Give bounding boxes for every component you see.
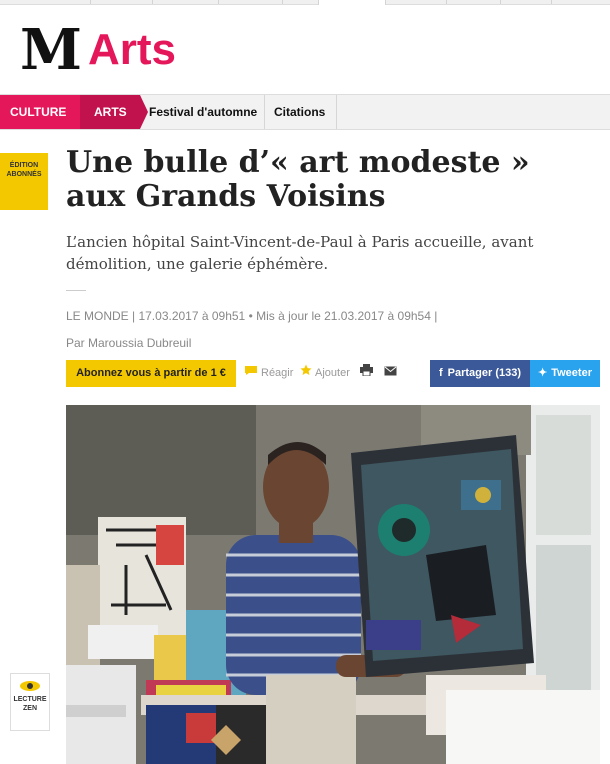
- tab-divider: [218, 0, 219, 4]
- twitter-share-button[interactable]: ✦ Tweeter: [530, 360, 600, 387]
- add-favorite-button[interactable]: Ajouter: [300, 360, 350, 387]
- badge-line: ÉDITION: [9, 162, 39, 169]
- article-title: Une bulle d’« art modeste » aux Grands V…: [66, 145, 530, 214]
- article-actions-bar: Abonnez vous à partir de 1 € Réagir Ajou…: [66, 360, 600, 387]
- zen-label-line: ZEN: [23, 705, 37, 712]
- subscribe-button[interactable]: Abonnez vous à partir de 1 €: [66, 360, 236, 387]
- article-meta: LE MONDE | 17.03.2017 à 09h51 • Mis à jo…: [66, 309, 438, 323]
- browser-tab-strip: [0, 0, 610, 5]
- facebook-share-button[interactable]: f Partager (133): [430, 360, 530, 387]
- envelope-icon: [384, 360, 397, 387]
- tab-divider: [282, 0, 283, 4]
- le-monde-logo[interactable]: M: [20, 22, 82, 78]
- share-label: Partager (133): [447, 367, 522, 379]
- subscriber-edition-badge[interactable]: ÉDITION ABONNÉS: [0, 153, 48, 210]
- twitter-icon: ✦: [538, 367, 548, 379]
- tab-divider: [500, 0, 501, 4]
- nav-divider: [264, 95, 265, 129]
- breadcrumb-nav: CULTURE ARTS Festival d'automne Citation…: [0, 94, 610, 130]
- nav-item-arts[interactable]: ARTS: [80, 95, 140, 129]
- tab-active[interactable]: [318, 0, 386, 5]
- printer-icon: [360, 360, 373, 387]
- nav-divider: [336, 95, 337, 129]
- react-label: Réagir: [261, 367, 294, 379]
- email-button[interactable]: [384, 360, 400, 387]
- zen-label-line: LECTURE: [13, 696, 47, 703]
- add-label: Ajouter: [315, 367, 350, 379]
- comment-icon: [244, 360, 258, 387]
- site-header: M Arts: [20, 22, 176, 78]
- print-button[interactable]: [360, 360, 376, 387]
- section-title[interactable]: Arts: [88, 28, 176, 72]
- eye-icon: [11, 680, 49, 695]
- article-author: Par Maroussia Dubreuil: [66, 336, 192, 350]
- tab-divider: [90, 0, 91, 4]
- tab-divider: [551, 0, 552, 4]
- reading-zen-button[interactable]: LECTURE ZEN: [10, 673, 50, 731]
- facebook-icon: f: [438, 367, 443, 379]
- tab-divider: [446, 0, 447, 4]
- divider: [66, 290, 86, 291]
- nav-item-culture[interactable]: CULTURE: [0, 95, 82, 129]
- breadcrumb-arrow: [140, 95, 148, 129]
- badge-line: ABONNÉS: [6, 171, 42, 178]
- nav-item-festival[interactable]: Festival d'automne: [149, 95, 257, 129]
- tweet-label: Tweeter: [551, 367, 592, 379]
- star-icon: [300, 360, 312, 387]
- react-button[interactable]: Réagir: [244, 360, 293, 387]
- article-photo[interactable]: [66, 405, 600, 764]
- nav-item-citations[interactable]: Citations: [274, 95, 325, 129]
- article-lede: L’ancien hôpital Saint-Vincent-de-Paul à…: [66, 233, 534, 273]
- photo-illustration: [66, 405, 600, 764]
- tab-divider: [152, 0, 153, 4]
